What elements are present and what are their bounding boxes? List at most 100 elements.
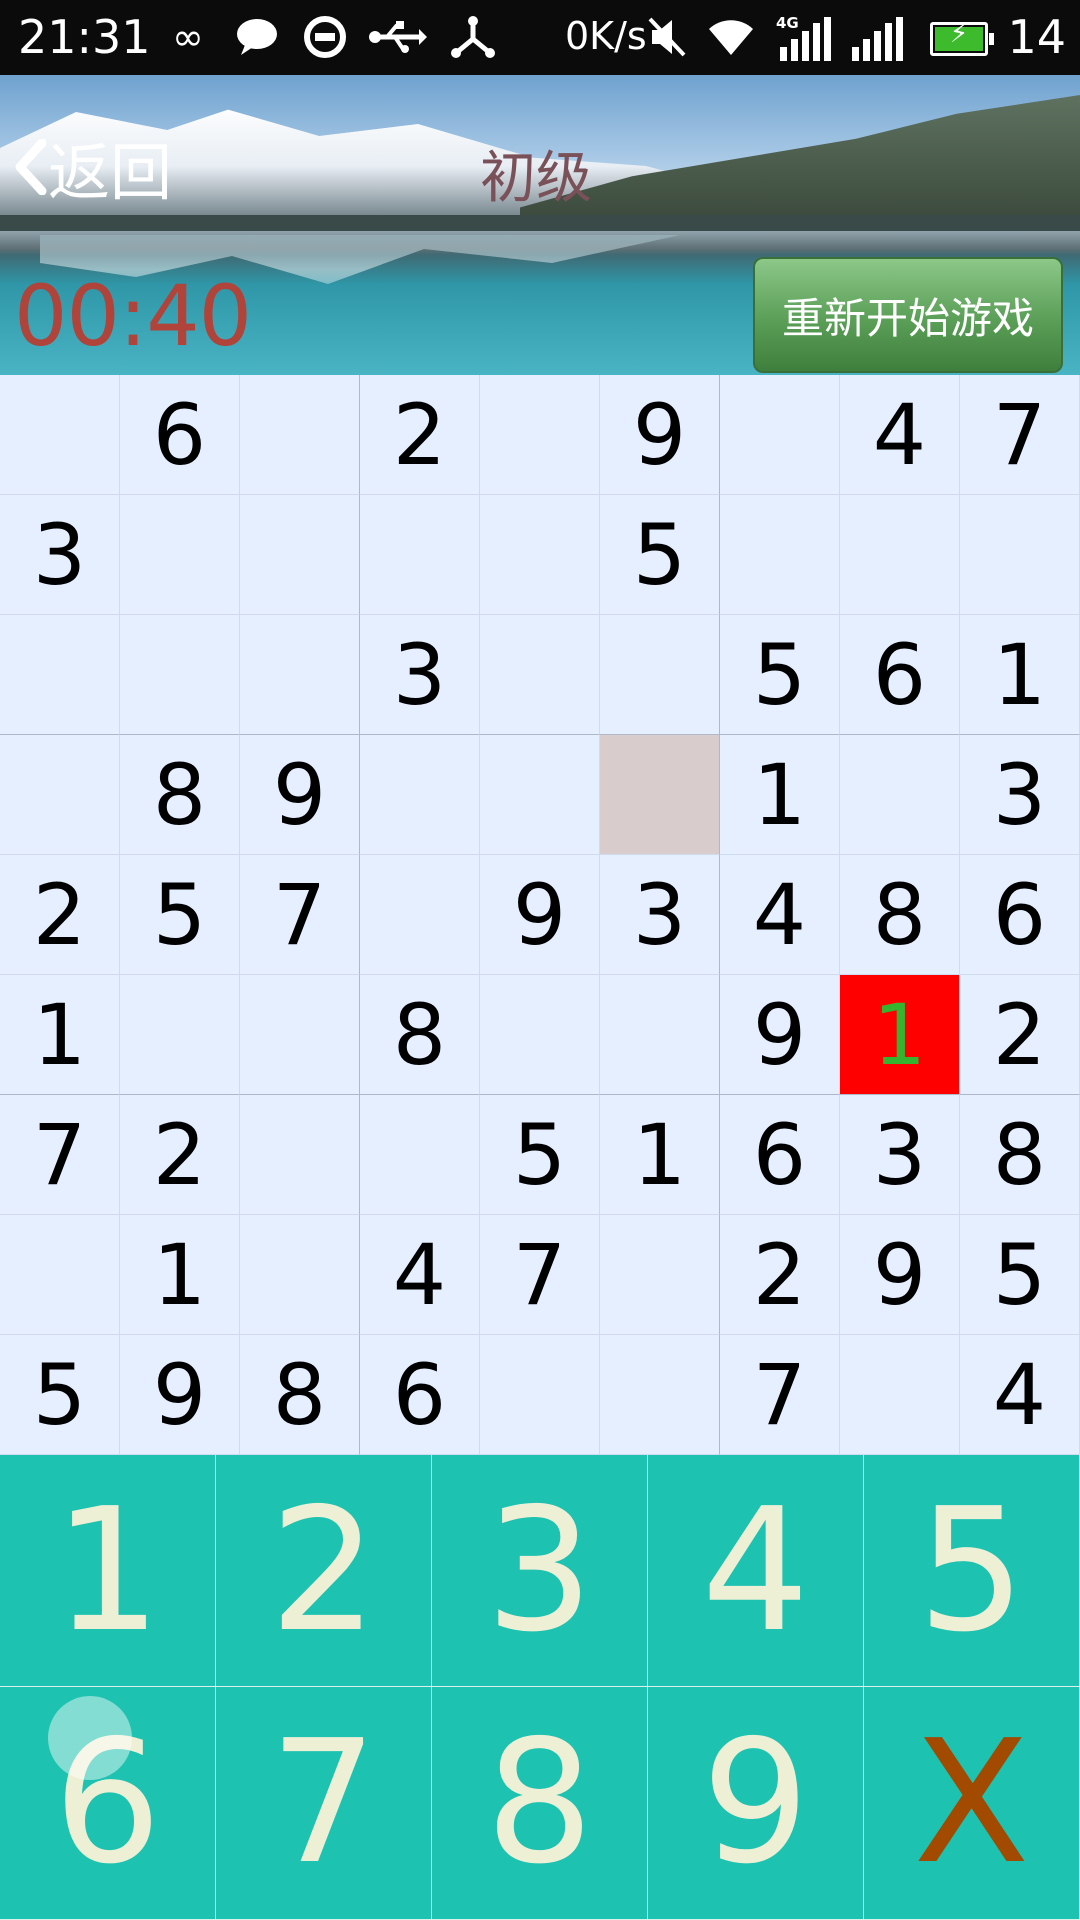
sudoku-cell[interactable] — [240, 495, 360, 615]
sudoku-cell[interactable]: 5 — [120, 855, 240, 975]
number-key-2[interactable]: 2 — [216, 1455, 432, 1687]
battery-icon: ⚡ — [930, 19, 994, 56]
number-key-9[interactable]: 9 — [648, 1687, 864, 1920]
number-key-1[interactable]: 1 — [0, 1455, 216, 1687]
restart-game-button[interactable]: 重新开始游戏 — [753, 257, 1063, 373]
sudoku-cell[interactable]: 2 — [720, 1215, 840, 1335]
sudoku-cell[interactable]: 9 — [240, 735, 360, 855]
sudoku-cell[interactable]: 8 — [360, 975, 480, 1095]
sudoku-cell[interactable]: 9 — [480, 855, 600, 975]
sudoku-cell[interactable] — [480, 1335, 600, 1455]
battery-level: 14 — [1007, 10, 1066, 64]
sudoku-cell[interactable]: 9 — [120, 1335, 240, 1455]
sync-icon — [300, 12, 350, 62]
sudoku-cell[interactable] — [240, 375, 360, 495]
sudoku-cell[interactable]: 5 — [720, 615, 840, 735]
number-key-8[interactable]: 8 — [432, 1687, 648, 1920]
share-icon — [448, 12, 498, 62]
sudoku-cell[interactable] — [240, 1215, 360, 1335]
sudoku-cell[interactable]: 7 — [720, 1335, 840, 1455]
sudoku-cell[interactable]: 3 — [960, 735, 1080, 855]
sudoku-cell[interactable]: 9 — [840, 1215, 960, 1335]
sudoku-cell[interactable]: 3 — [360, 615, 480, 735]
sudoku-cell[interactable]: 8 — [960, 1095, 1080, 1215]
sudoku-cell[interactable]: 1 — [600, 1095, 720, 1215]
sudoku-cell[interactable]: 7 — [240, 855, 360, 975]
number-key-3[interactable]: 3 — [432, 1455, 648, 1687]
sudoku-cell[interactable]: 3 — [600, 855, 720, 975]
sudoku-cell[interactable] — [480, 375, 600, 495]
sudoku-cell[interactable]: 7 — [960, 375, 1080, 495]
sudoku-cell[interactable]: 8 — [120, 735, 240, 855]
sudoku-cell[interactable] — [120, 615, 240, 735]
number-key-5[interactable]: 5 — [864, 1455, 1080, 1687]
sudoku-cell[interactable] — [120, 495, 240, 615]
sudoku-cell[interactable] — [720, 375, 840, 495]
sudoku-cell[interactable] — [0, 615, 120, 735]
sudoku-cell[interactable] — [480, 975, 600, 1095]
sudoku-cell[interactable]: 7 — [0, 1095, 120, 1215]
sudoku-cell[interactable]: 3 — [840, 1095, 960, 1215]
level-title: 初级 — [480, 146, 592, 211]
sudoku-cell[interactable] — [600, 615, 720, 735]
sudoku-cell[interactable] — [360, 495, 480, 615]
sudoku-cell[interactable]: 1 — [120, 1215, 240, 1335]
sudoku-cell[interactable] — [0, 375, 120, 495]
sudoku-cell[interactable] — [240, 1095, 360, 1215]
sudoku-cell[interactable]: 4 — [960, 1335, 1080, 1455]
sudoku-cell[interactable] — [480, 495, 600, 615]
sudoku-cell[interactable] — [360, 735, 480, 855]
sudoku-cell[interactable]: 4 — [360, 1215, 480, 1335]
sudoku-cell[interactable]: 6 — [720, 1095, 840, 1215]
sudoku-cell[interactable] — [0, 1215, 120, 1335]
sudoku-cell[interactable] — [360, 855, 480, 975]
sudoku-cell[interactable]: 2 — [120, 1095, 240, 1215]
sudoku-cell[interactable]: 4 — [840, 375, 960, 495]
chevron-left-icon — [15, 139, 47, 195]
sudoku-cell[interactable]: 3 — [0, 495, 120, 615]
sudoku-cell[interactable] — [600, 735, 720, 855]
clear-key[interactable]: X — [864, 1687, 1080, 1920]
sudoku-cell[interactable] — [960, 495, 1080, 615]
sudoku-cell[interactable] — [600, 1215, 720, 1335]
sudoku-cell[interactable]: 2 — [360, 375, 480, 495]
sudoku-cell[interactable] — [120, 975, 240, 1095]
sudoku-cell[interactable] — [600, 975, 720, 1095]
sudoku-cell[interactable]: 7 — [480, 1215, 600, 1335]
sudoku-cell[interactable]: 8 — [240, 1335, 360, 1455]
sudoku-cell[interactable] — [480, 615, 600, 735]
back-button[interactable]: 返回 — [14, 127, 172, 209]
sudoku-cell[interactable]: 9 — [600, 375, 720, 495]
sudoku-cell[interactable] — [360, 1095, 480, 1215]
sudoku-cell[interactable]: 2 — [0, 855, 120, 975]
sudoku-cell[interactable]: 5 — [600, 495, 720, 615]
sudoku-cell[interactable] — [0, 735, 120, 855]
wifi-icon — [706, 12, 756, 62]
sudoku-cell[interactable]: 5 — [0, 1335, 120, 1455]
sudoku-cell[interactable] — [840, 495, 960, 615]
sudoku-cell[interactable] — [240, 975, 360, 1095]
sudoku-cell[interactable]: 1 — [0, 975, 120, 1095]
sudoku-cell[interactable]: 8 — [840, 855, 960, 975]
sudoku-cell[interactable]: 4 — [720, 855, 840, 975]
sudoku-cell[interactable]: 9 — [720, 975, 840, 1095]
sudoku-cell[interactable]: 1 — [840, 975, 960, 1095]
sudoku-cell[interactable]: 1 — [720, 735, 840, 855]
sudoku-cell[interactable]: 1 — [960, 615, 1080, 735]
sudoku-cell[interactable]: 5 — [960, 1215, 1080, 1335]
sudoku-cell[interactable] — [240, 615, 360, 735]
sudoku-cell[interactable]: 2 — [960, 975, 1080, 1095]
sudoku-cell[interactable] — [600, 1335, 720, 1455]
sudoku-cell[interactable] — [840, 735, 960, 855]
status-bar: 21:31 ∞ 0K/s 4G ⚡ 14 — [0, 0, 1080, 75]
sudoku-cell[interactable] — [840, 1335, 960, 1455]
sudoku-cell[interactable]: 6 — [120, 375, 240, 495]
number-key-4[interactable]: 4 — [648, 1455, 864, 1687]
sudoku-cell[interactable]: 6 — [360, 1335, 480, 1455]
sudoku-cell[interactable] — [720, 495, 840, 615]
sudoku-cell[interactable] — [480, 735, 600, 855]
sudoku-cell[interactable]: 5 — [480, 1095, 600, 1215]
number-key-7[interactable]: 7 — [216, 1687, 432, 1920]
sudoku-cell[interactable]: 6 — [840, 615, 960, 735]
sudoku-cell[interactable]: 6 — [960, 855, 1080, 975]
